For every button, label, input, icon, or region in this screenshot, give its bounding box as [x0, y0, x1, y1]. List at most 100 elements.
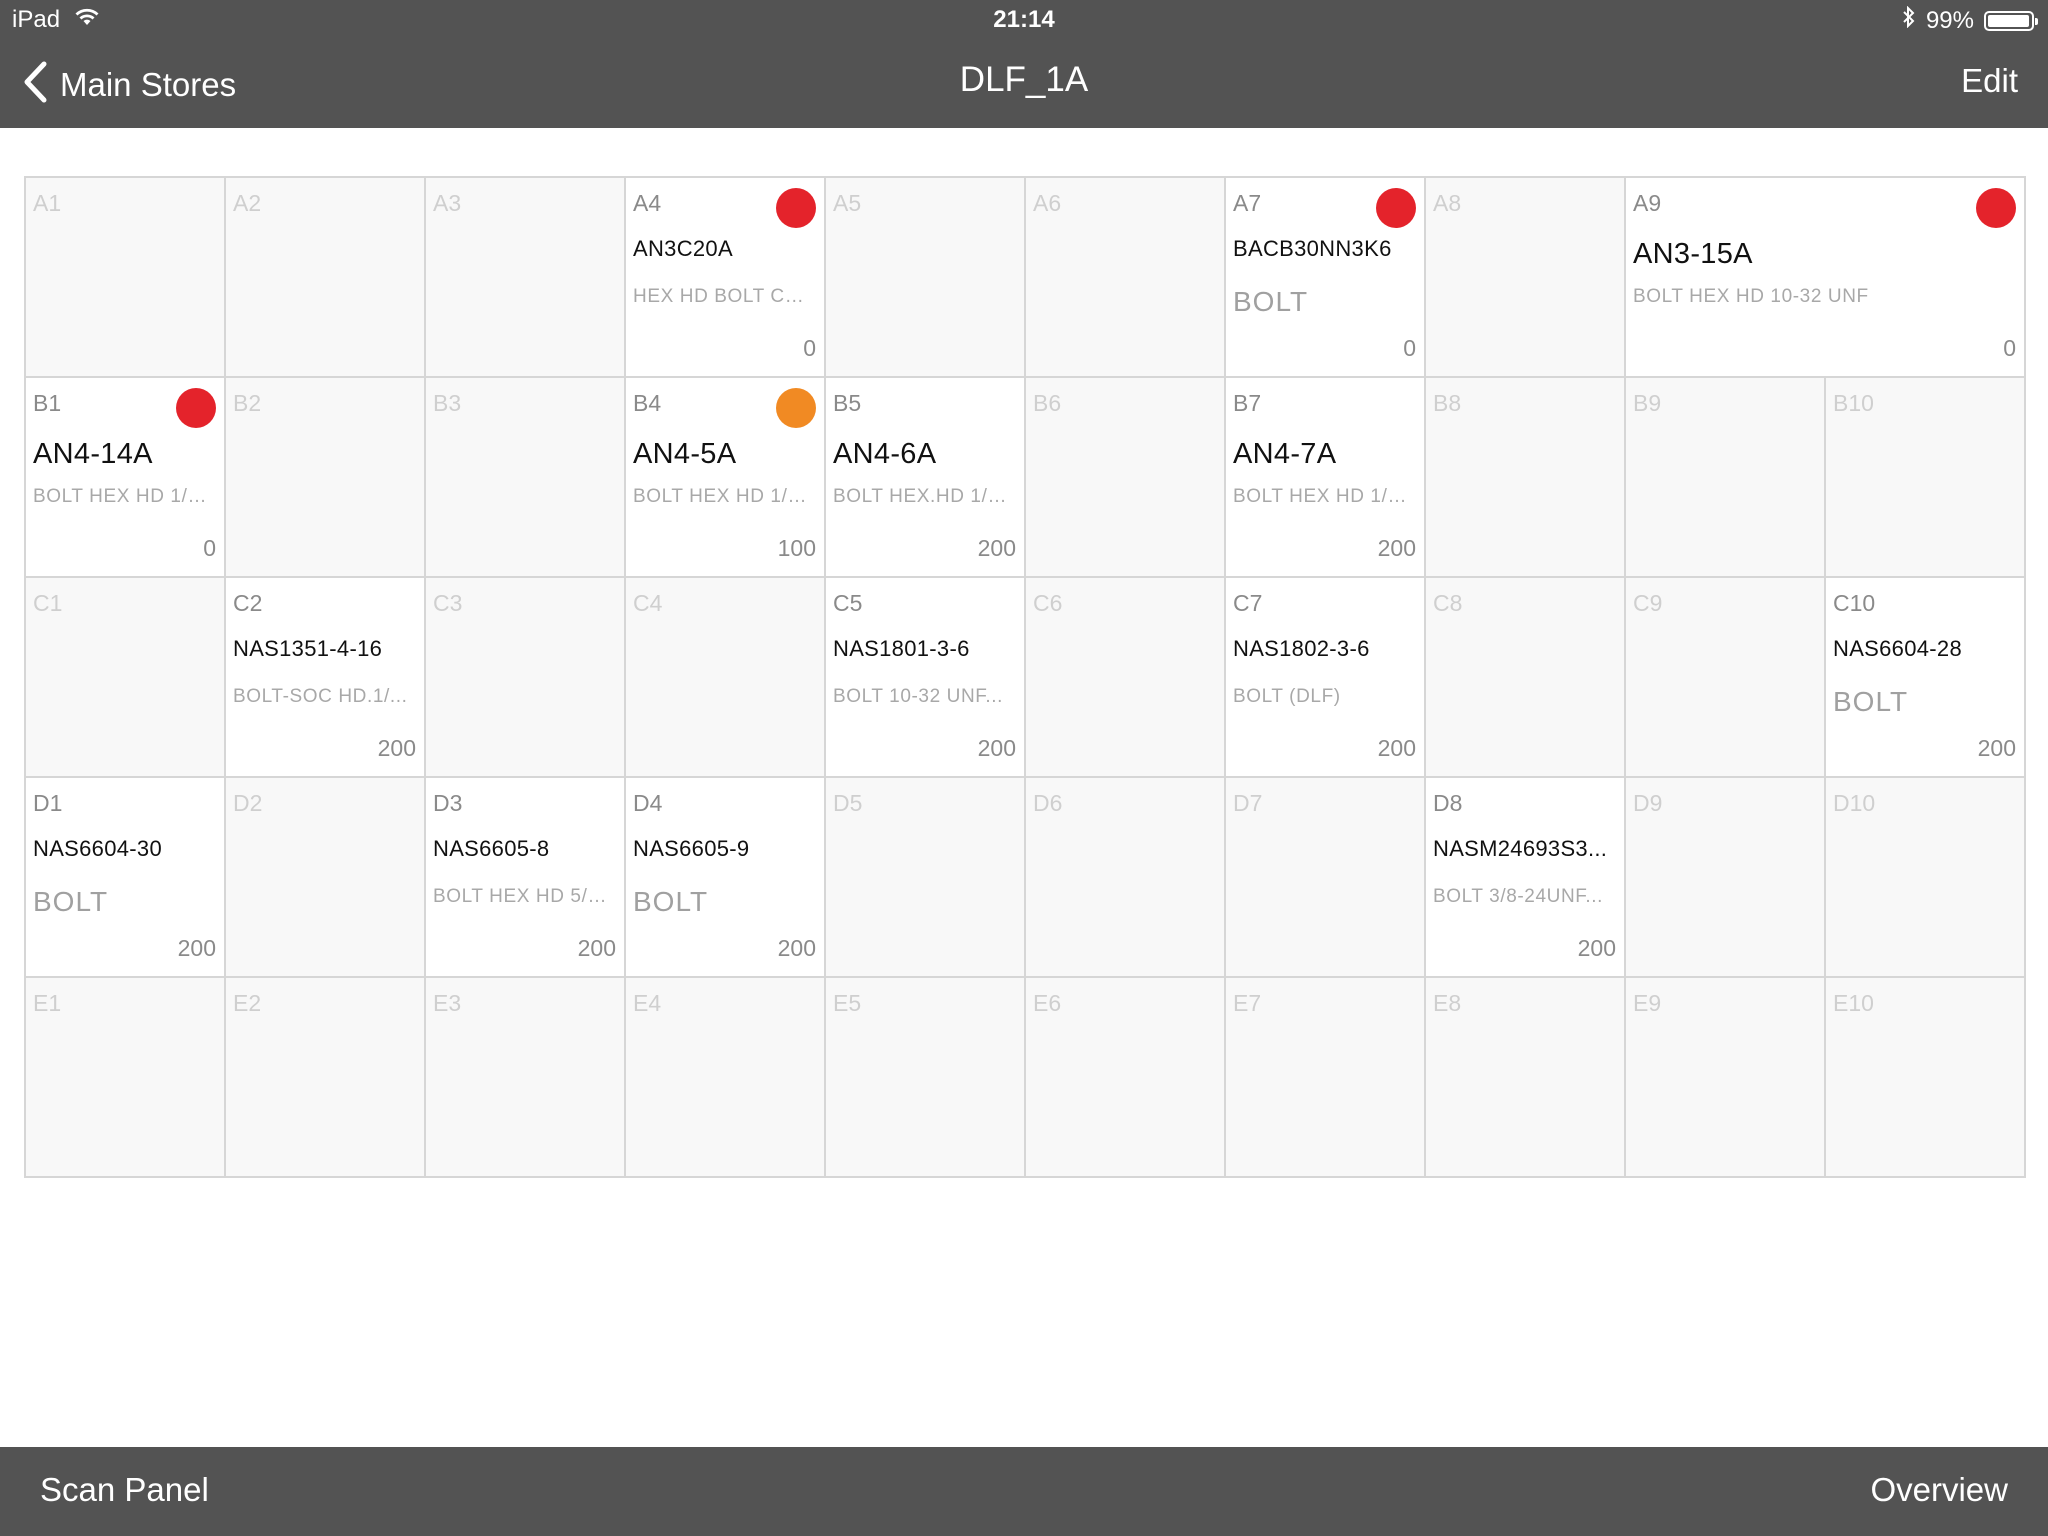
overview-button[interactable]: Overview: [1870, 1471, 2008, 1509]
bin-location-label: D1: [33, 790, 63, 816]
bin-cell-d5[interactable]: D5: [826, 778, 1026, 978]
bin-cell-c10[interactable]: C10 NAS6604-28 BOLT 200: [1826, 578, 2026, 778]
bin-cell-c1[interactable]: C1: [26, 578, 226, 778]
stock-alert-red-dot: [176, 388, 216, 428]
bin-location-label: C10: [1833, 590, 1876, 616]
stock-quantity: 200: [577, 935, 616, 961]
bin-cell-d7[interactable]: D7: [1226, 778, 1426, 978]
bin-cell-a4[interactable]: A4 AN3C20A HEX HD BOLT CR... 0: [626, 178, 826, 378]
bin-cell-b10[interactable]: B10: [1826, 378, 2026, 578]
bin-cell-e10[interactable]: E10: [1826, 978, 2026, 1178]
bin-cell-c3[interactable]: C3: [426, 578, 626, 778]
bin-location-label: A9: [1633, 190, 1662, 216]
page-title: DLF_1A: [959, 60, 1089, 99]
bin-cell-c6[interactable]: C6: [1026, 578, 1226, 778]
bin-location-label: E9: [1633, 990, 1662, 1016]
part-number: NAS6605-8: [433, 836, 550, 861]
stock-quantity: 200: [977, 535, 1016, 561]
bin-cell-a6[interactable]: A6: [1026, 178, 1226, 378]
bin-cell-c8[interactable]: C8: [1426, 578, 1626, 778]
part-description: BOLT 3/8-24UNF...: [1433, 886, 1604, 907]
bin-location-label: B3: [433, 390, 462, 416]
bin-cell-b3[interactable]: B3: [426, 378, 626, 578]
bin-location-label: D6: [1033, 790, 1063, 816]
battery-percent: 99%: [1925, 6, 1974, 34]
bin-cell-d9[interactable]: D9: [1626, 778, 1826, 978]
part-description: BOLT HEX HD 5/1...: [433, 886, 616, 907]
bin-location-label: E5: [833, 990, 862, 1016]
bin-cell-b4[interactable]: B4 AN4-5A BOLT HEX HD 1/4... 100: [626, 378, 826, 578]
bin-cell-e4[interactable]: E4: [626, 978, 826, 1178]
bin-cell-d8[interactable]: D8 NASM24693S3... BOLT 3/8-24UNF... 200: [1426, 778, 1626, 978]
part-number: NAS6604-28: [1833, 636, 1962, 661]
part-number: AN4-14A: [33, 438, 153, 470]
bin-cell-e5[interactable]: E5: [826, 978, 1026, 1178]
edit-button[interactable]: Edit: [1961, 62, 2018, 100]
bin-cell-b9[interactable]: B9: [1626, 378, 1826, 578]
bin-location-label: A1: [33, 190, 62, 216]
bin-cell-b8[interactable]: B8: [1426, 378, 1626, 578]
bin-location-label: B7: [1233, 390, 1262, 416]
bin-cell-e7[interactable]: E7: [1226, 978, 1426, 1178]
part-number: NASM24693S3...: [1433, 836, 1608, 861]
bin-cell-b1[interactable]: B1 AN4-14A BOLT HEX HD 1/4... 0: [26, 378, 226, 578]
bin-cell-c7[interactable]: C7 NAS1802-3-6 BOLT (DLF) 200: [1226, 578, 1426, 778]
stock-quantity: 200: [977, 735, 1016, 761]
bin-location-label: E1: [33, 990, 62, 1016]
stock-alert-red-dot: [1376, 188, 1416, 228]
bin-cell-e8[interactable]: E8: [1426, 978, 1626, 1178]
bin-location-label: C5: [833, 590, 863, 616]
part-number: NAS6604-30: [33, 836, 162, 861]
bin-cell-d1[interactable]: D1 NAS6604-30 BOLT 200: [26, 778, 226, 978]
bin-cell-b7[interactable]: B7 AN4-7A BOLT HEX HD 1/4... 200: [1226, 378, 1426, 578]
part-description: BOLT: [33, 886, 109, 917]
stock-quantity: 200: [1377, 535, 1416, 561]
bin-location-label: B10: [1833, 390, 1874, 416]
bin-location-label: A3: [433, 190, 462, 216]
bin-cell-c4[interactable]: C4: [626, 578, 826, 778]
nav-bar: Main Stores DLF_1A Edit: [0, 40, 2048, 128]
bin-location-label: C4: [633, 590, 663, 616]
bin-location-label: D9: [1633, 790, 1663, 816]
part-number: NAS1351-4-16: [233, 636, 383, 661]
bin-cell-e6[interactable]: E6: [1026, 978, 1226, 1178]
bin-location-label: A5: [833, 190, 862, 216]
bin-location-label: A8: [1433, 190, 1462, 216]
bin-cell-b5[interactable]: B5 AN4-6A BOLT HEX.HD 1/4... 200: [826, 378, 1026, 578]
bin-cell-a8[interactable]: A8: [1426, 178, 1626, 378]
bin-cell-e9[interactable]: E9: [1626, 978, 1826, 1178]
bin-location-label: B5: [833, 390, 862, 416]
bin-location-label: A4: [633, 190, 662, 216]
bin-cell-d3[interactable]: D3 NAS6605-8 BOLT HEX HD 5/1... 200: [426, 778, 626, 978]
bin-location-label: C6: [1033, 590, 1063, 616]
scan-panel-button[interactable]: Scan Panel: [40, 1471, 209, 1509]
bin-cell-a5[interactable]: A5: [826, 178, 1026, 378]
bin-cell-b6[interactable]: B6: [1026, 378, 1226, 578]
bin-cell-c5[interactable]: C5 NAS1801-3-6 BOLT 10-32 UNF... 200: [826, 578, 1026, 778]
bin-location-label: C9: [1633, 590, 1663, 616]
bin-cell-d4[interactable]: D4 NAS6605-9 BOLT 200: [626, 778, 826, 978]
bin-cell-e1[interactable]: E1: [26, 978, 226, 1178]
bin-cell-e2[interactable]: E2: [226, 978, 426, 1178]
bin-location-label: B4: [633, 390, 662, 416]
bin-location-label: D5: [833, 790, 863, 816]
bin-cell-d6[interactable]: D6: [1026, 778, 1226, 978]
part-number: AN4-7A: [1233, 438, 1337, 470]
bin-cell-a2[interactable]: A2: [226, 178, 426, 378]
part-description: BOLT: [1833, 686, 1909, 717]
bin-cell-b2[interactable]: B2: [226, 378, 426, 578]
bin-location-label: D4: [633, 790, 663, 816]
bin-cell-a7[interactable]: A7 BACB30NN3K6 BOLT 0: [1226, 178, 1426, 378]
bin-location-label: A2: [233, 190, 262, 216]
bin-cell-a9[interactable]: A9 AN3-15A BOLT HEX HD 10-32 UNF 0: [1626, 178, 2026, 378]
bin-cell-a1[interactable]: A1: [26, 178, 226, 378]
bin-cell-c9[interactable]: C9: [1626, 578, 1826, 778]
bin-cell-d10[interactable]: D10: [1826, 778, 2026, 978]
bin-cell-e3[interactable]: E3: [426, 978, 626, 1178]
part-description: BOLT 10-32 UNF...: [833, 686, 1004, 707]
status-bar: iPad 21:14 99%: [0, 0, 2048, 40]
bin-cell-c2[interactable]: C2 NAS1351-4-16 BOLT-SOC HD.1/... 200: [226, 578, 426, 778]
bin-cell-a3[interactable]: A3: [426, 178, 626, 378]
stock-quantity: 0: [803, 335, 816, 361]
bin-cell-d2[interactable]: D2: [226, 778, 426, 978]
